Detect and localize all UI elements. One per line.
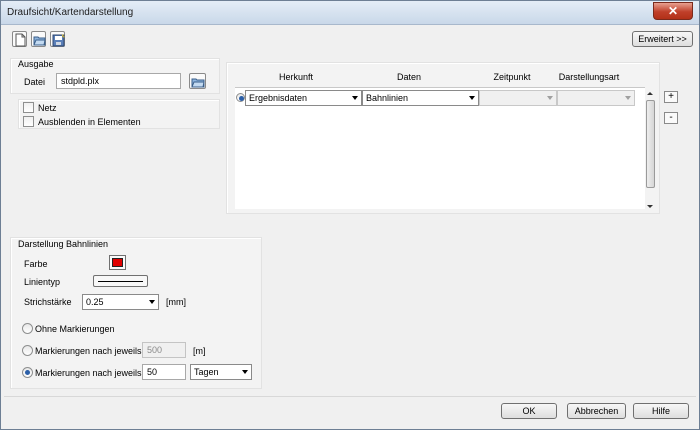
chevron-down-icon [625, 96, 631, 100]
netz-checkbox[interactable] [23, 102, 34, 113]
expand-button[interactable]: Erweitert >> [632, 31, 693, 47]
meter-unit: [m] [193, 346, 206, 356]
tage-interval-input[interactable]: 50 [142, 364, 186, 380]
herkunft-select[interactable]: Ergebnisdaten [245, 90, 362, 106]
col-daten: Daten [396, 72, 422, 82]
col-zeitpunkt: Zeitpunkt [493, 72, 531, 82]
line-type-button[interactable] [93, 275, 148, 287]
zeitpunkt-select [479, 90, 557, 106]
col-darstellungsart: Darstellungsart [558, 72, 620, 82]
interval-unit-value: Tagen [194, 367, 219, 377]
dialog-window: Draufsicht/Kartendarstellung ✕ Erweitert… [0, 0, 700, 430]
scroll-down-icon[interactable] [647, 205, 653, 208]
darstellung-legend: Darstellung Bahnlinien [18, 239, 109, 249]
strichstaerke-value: 0.25 [86, 297, 104, 307]
window-title: Draufsicht/Kartendarstellung [7, 7, 134, 18]
add-row-button[interactable]: + [664, 91, 678, 103]
open-button[interactable] [31, 31, 46, 47]
file-input[interactable]: stdpld.plx [56, 73, 181, 89]
scroll-thumb[interactable] [646, 100, 655, 188]
line-sample-icon [98, 281, 143, 282]
chevron-down-icon [547, 96, 553, 100]
ok-button[interactable]: OK [501, 403, 557, 419]
daten-value: Bahnlinien [366, 93, 409, 103]
open-folder-icon [191, 78, 205, 88]
col-herkunft: Herkunft [278, 72, 313, 82]
browse-button[interactable] [189, 73, 206, 89]
color-swatch [112, 258, 123, 267]
strichstaerke-select[interactable]: 0.25 [82, 294, 159, 310]
chevron-down-icon [149, 300, 155, 304]
grid-scrollbar[interactable] [646, 90, 655, 208]
save-button[interactable] [50, 31, 65, 47]
daten-select[interactable]: Bahnlinien [362, 90, 479, 106]
ausblenden-checkbox[interactable] [23, 116, 34, 127]
ausgabe-legend: Ausgabe [18, 59, 54, 69]
scroll-up-icon[interactable] [647, 92, 653, 95]
netz-label: Netz [38, 103, 57, 113]
radio-ohne-markierungen[interactable] [22, 323, 33, 334]
radio-meter-label: Markierungen nach jeweils [35, 346, 142, 356]
new-document-icon [15, 33, 26, 47]
strichstaerke-unit: [mm] [166, 297, 186, 307]
datei-label: Datei [24, 77, 46, 87]
interval-unit-select[interactable]: Tagen [190, 364, 252, 380]
radio-tage-label: Markierungen nach jeweils [35, 368, 142, 378]
darstellungsart-select [557, 90, 635, 106]
help-button[interactable]: Hilfe [633, 403, 689, 419]
cancel-button[interactable]: Abbrechen [567, 403, 626, 419]
new-document-button[interactable] [12, 31, 27, 47]
remove-row-button[interactable]: - [664, 112, 678, 124]
dialog-body: Erweitert >> Ausgabe Datei stdpld.plx Ne… [4, 25, 696, 427]
title-bar: Draufsicht/Kartendarstellung ✕ [1, 1, 699, 25]
meter-interval-input: 500 [142, 342, 186, 358]
radio-markierungen-meter[interactable] [22, 345, 33, 356]
chevron-down-icon [469, 96, 475, 100]
radio-markierungen-tage[interactable] [22, 367, 33, 378]
ausblenden-label: Ausblenden in Elementen [38, 117, 141, 127]
row-selector[interactable] [236, 93, 245, 102]
color-picker-button[interactable] [109, 255, 126, 270]
chevron-down-icon [352, 96, 358, 100]
close-button[interactable]: ✕ [653, 2, 693, 20]
farbe-label: Farbe [24, 259, 48, 269]
strichstaerke-label: Strichstärke [24, 297, 72, 307]
chevron-down-icon [242, 370, 248, 374]
open-folder-icon [33, 36, 46, 46]
save-icon [52, 33, 65, 47]
herkunft-value: Ergebnisdaten [249, 93, 308, 103]
radio-ohne-label: Ohne Markierungen [35, 324, 115, 334]
linientyp-label: Linientyp [24, 277, 61, 287]
